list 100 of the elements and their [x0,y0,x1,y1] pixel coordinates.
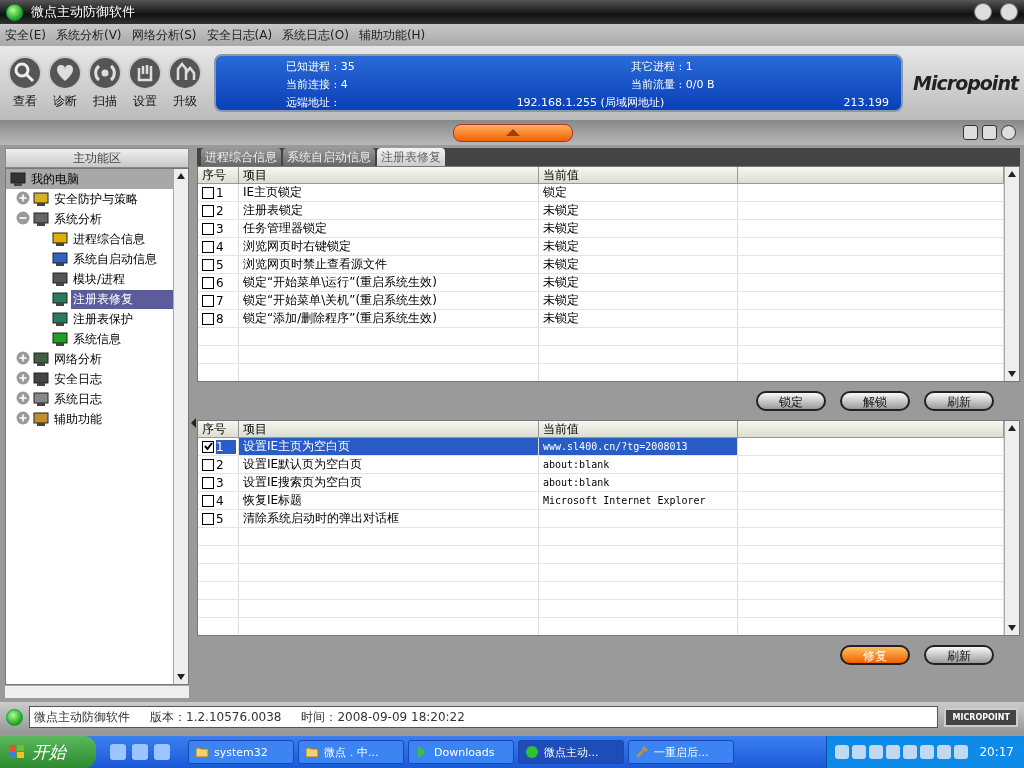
tab[interactable]: 系统自启动信息 [283,148,375,166]
scrollbar[interactable] [1004,421,1019,635]
tree-item[interactable]: 安全日志 [52,369,104,389]
toolbar-button[interactable]: 升级 [166,56,204,110]
tree-item[interactable]: 注册表修复 [71,289,173,309]
plus-icon [16,350,30,365]
toolbar-button[interactable]: 诊断 [46,56,84,110]
tab[interactable]: 注册表修复 [377,148,445,166]
column-header[interactable]: 当前值 [539,167,738,183]
checkbox[interactable] [202,294,214,307]
tab[interactable]: 进程综合信息 [201,148,281,166]
upgrade-arrows-icon [168,56,202,90]
tree-item[interactable]: 模块/进程 [71,269,128,289]
scroll-up-icon [1008,171,1016,177]
app-status-icon [6,3,23,21]
magnifier-icon [8,56,42,90]
checkbox[interactable] [202,258,214,271]
scroll-down-icon [177,674,185,680]
tray-icon[interactable] [835,745,850,759]
taskbar-button[interactable]: 微点主动... [518,740,624,764]
tree-node-icon [52,311,68,327]
tray-icon[interactable] [886,745,901,759]
checkbox[interactable] [202,440,214,453]
tree-node-icon [33,371,49,387]
tree-node-icon [52,271,68,287]
column-header[interactable]: 项目 [239,421,539,437]
checkbox[interactable] [202,240,214,253]
taskbar-button[interactable]: 一重启后... [628,740,734,764]
table-cell: IE主页锁定 [243,184,303,201]
toolbar-button[interactable]: 设置 [126,56,164,110]
scrollbar[interactable] [5,685,189,698]
scroll-down-icon [1008,371,1016,377]
collapse-toggle[interactable] [453,123,573,142]
folder-icon [305,745,319,759]
tree-node-icon [33,391,49,407]
quick-launch-icon[interactable] [110,744,126,760]
menu-item[interactable]: 安全(E) [5,26,46,44]
column-header[interactable]: 项目 [239,167,539,183]
taskbar-button[interactable]: 微点．中... [298,740,404,764]
action-button[interactable]: 解锁 [840,391,910,411]
checkbox[interactable] [202,222,214,235]
tree-item[interactable]: 进程综合信息 [71,229,147,249]
checkbox[interactable] [202,458,214,471]
menu-item[interactable]: 系统分析(V) [55,26,122,44]
tree-node-icon [52,331,68,347]
tree-item[interactable]: 注册表保护 [71,309,135,329]
status-text: 时间：2008-09-09 18:20:22 [301,708,465,726]
table-cell: 未锁定 [543,238,579,255]
menu-item[interactable]: 网络分析(S) [131,26,197,44]
column-header[interactable]: 当前值 [539,421,738,437]
table-cell: 未锁定 [543,292,579,309]
quick-launch-icon[interactable] [154,744,170,760]
tree-node-icon [33,351,49,367]
menu-item[interactable]: 安全日志(A) [206,26,273,44]
checkbox[interactable] [202,512,214,525]
menu-item[interactable]: 系统日志(O) [282,26,349,44]
menu-item[interactable]: 辅助功能(H) [358,26,426,44]
table-cell: 1 [216,185,224,200]
tree-item[interactable]: 安全防护与策略 [52,189,140,209]
folder-icon [195,745,209,759]
tray-icon[interactable] [852,745,867,759]
toolbar-button[interactable]: 查看 [6,56,44,110]
tree-item[interactable]: 系统自启动信息 [71,249,159,269]
plus-icon [16,410,30,425]
tray-icon[interactable] [920,745,935,759]
action-button[interactable]: 刷新 [924,645,994,665]
checkbox[interactable] [202,494,214,507]
scrollbar[interactable] [1004,167,1019,381]
tray-icon[interactable] [903,745,918,759]
tree-node-icon [10,171,26,187]
check-icon [203,442,213,451]
action-button[interactable]: 锁定 [756,391,826,411]
tree-node-icon [33,191,49,207]
table-cell: 4 [216,493,224,508]
status-text: 版本：1.2.10576.0038 [150,708,282,726]
tree-item[interactable]: 辅助功能 [52,409,104,429]
checkbox[interactable] [202,276,214,289]
toolbar-button[interactable]: 扫描 [86,56,124,110]
tree-item[interactable]: 网络分析 [52,349,104,369]
table-cell: 设置IE默认页为空白页 [243,456,363,473]
table-cell: 3 [216,475,224,490]
quick-launch-icon[interactable] [132,744,148,760]
tray-icon[interactable] [937,745,952,759]
tree-item[interactable]: 系统分析 [52,209,104,229]
tree-item[interactable]: 系统日志 [52,389,104,409]
tray-icon[interactable] [869,745,884,759]
checkbox[interactable] [202,312,214,325]
tree-item[interactable]: 系统信息 [71,329,123,349]
taskbar-button[interactable]: system32 [188,740,294,764]
checkbox[interactable] [202,476,214,489]
taskbar-button[interactable]: Downloads [408,740,514,764]
tray-icon[interactable] [954,745,969,759]
checkbox[interactable] [202,186,214,199]
checkbox[interactable] [202,204,214,217]
column-header[interactable]: 序号 [198,167,239,183]
column-header[interactable]: 序号 [198,421,239,437]
info-stat: 其它进程 : 1 [631,59,694,75]
tree-node-icon [52,231,68,247]
scrollbar[interactable] [173,169,188,684]
action-button[interactable]: 刷新 [924,391,994,411]
